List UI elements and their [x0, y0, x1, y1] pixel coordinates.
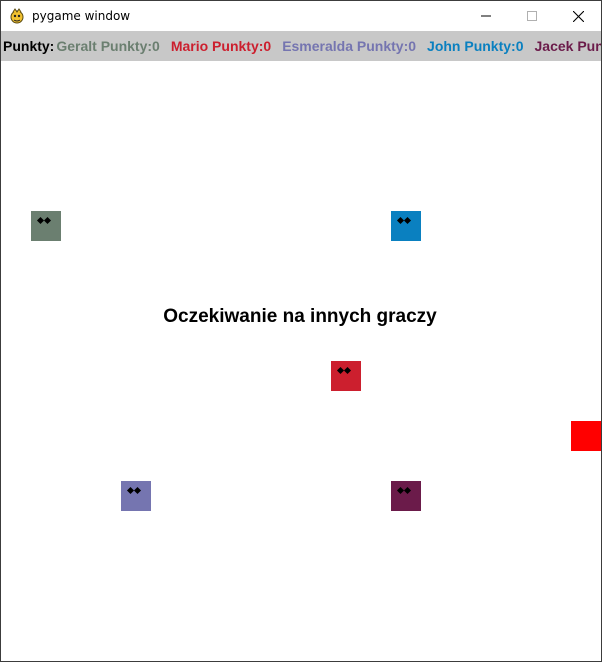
score-mario: Mario Punkty:0	[170, 38, 272, 54]
minimize-button[interactable]	[463, 1, 509, 31]
score-geralt: Geralt Punkty:0	[56, 38, 160, 54]
close-icon	[572, 10, 584, 22]
eye-icon	[403, 486, 412, 495]
window-title: pygame window	[32, 9, 131, 23]
food-block	[571, 421, 601, 451]
score-jacek: Jacek Punkty:0	[534, 38, 602, 54]
game-window: pygame window Punkty: Geralt Punkty:0 Ma…	[0, 0, 602, 662]
waiting-message: Oczekiwanie na innych graczy	[163, 306, 437, 327]
player-mario	[331, 361, 361, 391]
window-controls	[463, 1, 601, 31]
eye-icon	[343, 366, 352, 375]
minimize-icon	[481, 15, 491, 17]
player-esmeralda	[121, 481, 151, 511]
scoreboard-label: Punkty:	[3, 38, 55, 54]
player-john	[391, 211, 421, 241]
score-esmeralda: Esmeralda Punkty:0	[282, 38, 417, 54]
title-bar[interactable]: pygame window	[1, 1, 601, 31]
maximize-button[interactable]	[509, 1, 555, 31]
maximize-icon	[527, 11, 537, 21]
eye-icon	[403, 216, 412, 225]
eye-icon	[133, 486, 142, 495]
close-button[interactable]	[555, 1, 601, 31]
player-geralt	[31, 211, 61, 241]
game-board[interactable]: Oczekiwanie na innych graczy	[1, 61, 601, 661]
pygame-snake-icon	[9, 8, 25, 24]
scoreboard: Punkty: Geralt Punkty:0 Mario Punkty:0 E…	[1, 31, 601, 61]
score-john: John Punkty:0	[427, 38, 524, 54]
eye-icon	[43, 216, 52, 225]
player-jacek	[391, 481, 421, 511]
